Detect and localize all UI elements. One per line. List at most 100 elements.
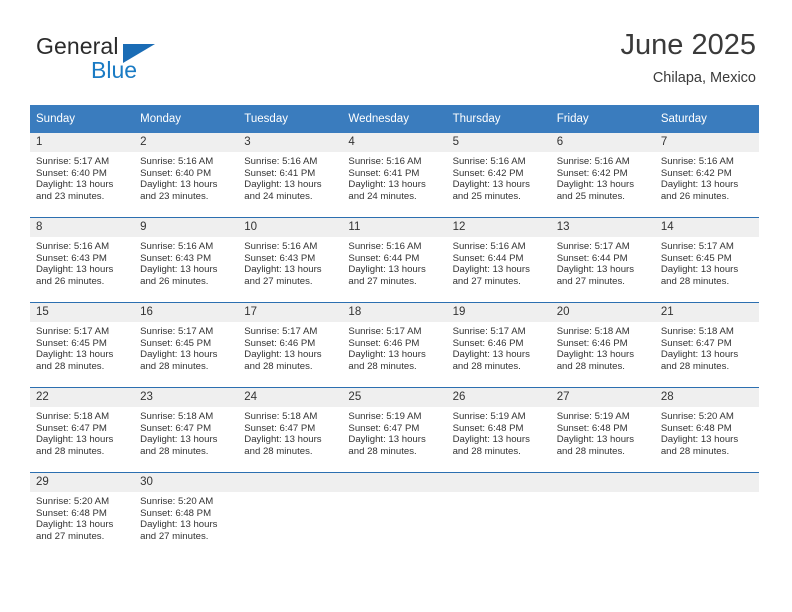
day-number: 30 <box>134 473 239 492</box>
sunrise-text: Sunrise: 5:16 AM <box>452 241 526 252</box>
calendar-day-cell[interactable]: 7 Sunrise: 5:16 AM Sunset: 6:42 PM Daylight… <box>654 133 759 218</box>
daylight-text-line1: Daylight: 13 hours <box>452 264 530 276</box>
sunrise-text: Sunrise: 5:16 AM <box>452 156 526 167</box>
calendar-week-row: 8 Sunrise: 5:16 AM Sunset: 6:43 PM Daylight… <box>30 217 759 303</box>
calendar-day-cell[interactable]: 21 Sunrise: 5:18 AM Sunset: 6:47 PM Dayligh… <box>654 302 759 388</box>
sunset-text: Sunset: 6:47 PM <box>244 422 316 434</box>
calendar-day-cell[interactable]: 20 Sunrise: 5:18 AM Sunset: 6:46 PM Dayligh… <box>550 302 655 388</box>
day-number: 8 <box>30 218 135 237</box>
day-details: Sunrise: 5:18 AM Sunset: 6:46 PM Daylight:… <box>551 322 655 372</box>
calendar-day-cell[interactable]: 16 Sunrise: 5:17 AM Sunset: 6:45 PM Dayligh… <box>134 302 239 388</box>
calendar-day-cell[interactable]: 17 Sunrise: 5:17 AM Sunset: 6:46 PM Dayligh… <box>238 302 343 388</box>
calendar-day-cell[interactable]: 1 Sunrise: 5:17 AM Sunset: 6:40 PM Daylight… <box>30 133 135 218</box>
day-details: Sunrise: 5:17 AM Sunset: 6:45 PM Daylight:… <box>134 322 238 372</box>
calendar-day-cell[interactable]: 28 Sunrise: 5:20 AM Sunset: 6:48 PM Dayligh… <box>654 387 759 473</box>
calendar-day-cell[interactable]: 25 Sunrise: 5:19 AM Sunset: 6:47 PM Dayligh… <box>342 387 447 473</box>
calendar-day-cell[interactable]: 27 Sunrise: 5:19 AM Sunset: 6:48 PM Dayligh… <box>550 387 655 473</box>
daylight-text-line1: Daylight: 13 hours <box>36 179 114 191</box>
calendar-day-cell[interactable]: 24 Sunrise: 5:18 AM Sunset: 6:47 PM Dayligh… <box>238 387 343 473</box>
calendar-day-cell[interactable]: 12 Sunrise: 5:16 AM Sunset: 6:44 PM Dayligh… <box>446 217 551 303</box>
sunrise-text: Sunrise: 5:17 AM <box>140 326 214 337</box>
day-details: Sunrise: 5:19 AM Sunset: 6:47 PM Daylight:… <box>342 407 446 457</box>
calendar-day-cell[interactable]: 11 Sunrise: 5:16 AM Sunset: 6:44 PM Dayligh… <box>342 217 447 303</box>
daylight-text-line1: Daylight: 13 hours <box>452 434 530 446</box>
sunset-text: Sunset: 6:47 PM <box>140 422 212 434</box>
day-details: Sunrise: 5:16 AM Sunset: 6:42 PM Daylight:… <box>551 152 655 202</box>
daylight-text-line1: Daylight: 13 hours <box>660 179 739 191</box>
sunrise-text: Sunrise: 5:18 AM <box>556 326 630 337</box>
day-details: Sunrise: 5:17 AM Sunset: 6:46 PM Daylight:… <box>238 322 342 372</box>
day-number: 18 <box>342 303 447 322</box>
day-details: Sunrise: 5:16 AM Sunset: 6:44 PM Daylight:… <box>447 237 551 287</box>
day-details: Sunrise: 5:16 AM Sunset: 6:40 PM Daylight:… <box>134 152 238 202</box>
day-number <box>342 473 447 492</box>
calendar-day-cell[interactable]: 4 Sunrise: 5:16 AM Sunset: 6:41 PM Daylight… <box>342 133 447 218</box>
day-details: Sunrise: 5:18 AM Sunset: 6:47 PM Daylight:… <box>30 407 134 457</box>
sunset-text: Sunset: 6:44 PM <box>452 252 524 264</box>
daylight-text-line1: Daylight: 13 hours <box>660 264 739 276</box>
daylight-text-line1: Daylight: 13 hours <box>140 519 218 531</box>
day-details: Sunrise: 5:19 AM Sunset: 6:48 PM Daylight:… <box>551 407 655 457</box>
calendar-day-cell[interactable]: 15 Sunrise: 5:17 AM Sunset: 6:45 PM Dayligh… <box>30 302 135 388</box>
daylight-text-line2: and 27 minutes. <box>348 275 417 287</box>
day-number: 4 <box>342 133 447 152</box>
calendar-day-cell[interactable]: 18 Sunrise: 5:17 AM Sunset: 6:46 PM Dayligh… <box>342 302 447 388</box>
day-number: 24 <box>238 388 343 407</box>
weekday-header-monday: Monday <box>134 105 239 133</box>
daylight-text-line2: and 24 minutes. <box>244 190 313 202</box>
sunset-text: Sunset: 6:45 PM <box>660 252 732 264</box>
calendar-day-cell[interactable]: 22 Sunrise: 5:18 AM Sunset: 6:47 PM Dayligh… <box>30 387 135 473</box>
calendar-day-cell[interactable]: 5 Sunrise: 5:16 AM Sunset: 6:42 PM Daylight… <box>446 133 551 218</box>
day-number: 1 <box>30 133 135 152</box>
calendar-day-cell[interactable]: 23 Sunrise: 5:18 AM Sunset: 6:47 PM Dayligh… <box>134 387 239 473</box>
generalblue-logo[interactable]: General Blue <box>36 33 236 89</box>
day-number: 10 <box>238 218 343 237</box>
daylight-text-line1: Daylight: 13 hours <box>244 264 322 276</box>
calendar-header-row: Sunday Monday Tuesday Wednesday Thursday… <box>30 105 759 133</box>
page-header: General Blue June 2025 Chilapa, Mexico <box>0 0 792 96</box>
sunset-text: Sunset: 6:45 PM <box>36 337 107 349</box>
daylight-text-line1: Daylight: 13 hours <box>140 349 218 361</box>
sunset-text: Sunset: 6:43 PM <box>140 252 212 264</box>
sunrise-text: Sunrise: 5:16 AM <box>660 156 734 167</box>
daylight-text-line1: Daylight: 13 hours <box>660 349 739 361</box>
day-number: 25 <box>342 388 447 407</box>
calendar-day-cell[interactable]: 6 Sunrise: 5:16 AM Sunset: 6:42 PM Daylight… <box>550 133 655 218</box>
calendar-day-cell[interactable]: 10 Sunrise: 5:16 AM Sunset: 6:43 PM Dayligh… <box>238 217 343 303</box>
sunset-text: Sunset: 6:42 PM <box>452 167 524 179</box>
sunset-text: Sunset: 6:48 PM <box>556 422 628 434</box>
sunrise-text: Sunrise: 5:16 AM <box>244 156 318 167</box>
calendar-day-cell[interactable]: 30 Sunrise: 5:20 AM Sunset: 6:48 PM Dayligh… <box>134 472 239 557</box>
sunrise-sunset-calendar: Sunday Monday Tuesday Wednesday Thursday… <box>30 105 759 557</box>
calendar-day-cell[interactable]: 3 Sunrise: 5:16 AM Sunset: 6:41 PM Daylight… <box>238 133 343 218</box>
daylight-text-line2: and 28 minutes. <box>660 445 730 457</box>
calendar-day-cell[interactable]: 19 Sunrise: 5:17 AM Sunset: 6:46 PM Dayligh… <box>446 302 551 388</box>
calendar-day-cell[interactable]: 2 Sunrise: 5:16 AM Sunset: 6:40 PM Daylight… <box>134 133 239 218</box>
sunset-text: Sunset: 6:47 PM <box>660 337 732 349</box>
calendar-day-cell-empty <box>238 472 343 557</box>
day-number: 27 <box>550 388 655 407</box>
sunrise-text: Sunrise: 5:16 AM <box>36 241 110 252</box>
daylight-text-line2: and 28 minutes. <box>36 445 105 457</box>
daylight-text-line1: Daylight: 13 hours <box>348 349 426 361</box>
sunset-text: Sunset: 6:46 PM <box>452 337 524 349</box>
calendar-day-cell[interactable]: 14 Sunrise: 5:17 AM Sunset: 6:45 PM Dayligh… <box>654 217 759 303</box>
daylight-text-line1: Daylight: 13 hours <box>36 349 114 361</box>
sunset-text: Sunset: 6:48 PM <box>140 507 212 519</box>
day-details: Sunrise: 5:19 AM Sunset: 6:48 PM Daylight:… <box>447 407 551 457</box>
calendar-day-cell[interactable]: 26 Sunrise: 5:19 AM Sunset: 6:48 PM Dayligh… <box>446 387 551 473</box>
calendar-day-cell-empty <box>550 472 655 557</box>
daylight-text-line1: Daylight: 13 hours <box>36 264 114 276</box>
daylight-text-line2: and 28 minutes. <box>244 445 313 457</box>
sunrise-text: Sunrise: 5:20 AM <box>140 496 214 507</box>
daylight-text-line2: and 28 minutes. <box>556 445 625 457</box>
calendar-day-cell[interactable]: 29 Sunrise: 5:20 AM Sunset: 6:48 PM Dayligh… <box>30 472 135 557</box>
daylight-text-line2: and 28 minutes. <box>660 360 730 372</box>
daylight-text-line2: and 28 minutes. <box>140 445 209 457</box>
calendar-day-cell[interactable]: 9 Sunrise: 5:16 AM Sunset: 6:43 PM Daylight… <box>134 217 239 303</box>
day-details: Sunrise: 5:17 AM Sunset: 6:45 PM Daylight:… <box>655 237 759 287</box>
daylight-text-line2: and 26 minutes. <box>660 190 730 202</box>
calendar-day-cell[interactable]: 13 Sunrise: 5:17 AM Sunset: 6:44 PM Dayligh… <box>550 217 655 303</box>
calendar-day-cell[interactable]: 8 Sunrise: 5:16 AM Sunset: 6:43 PM Daylight… <box>30 217 135 303</box>
sunrise-text: Sunrise: 5:20 AM <box>36 496 110 507</box>
